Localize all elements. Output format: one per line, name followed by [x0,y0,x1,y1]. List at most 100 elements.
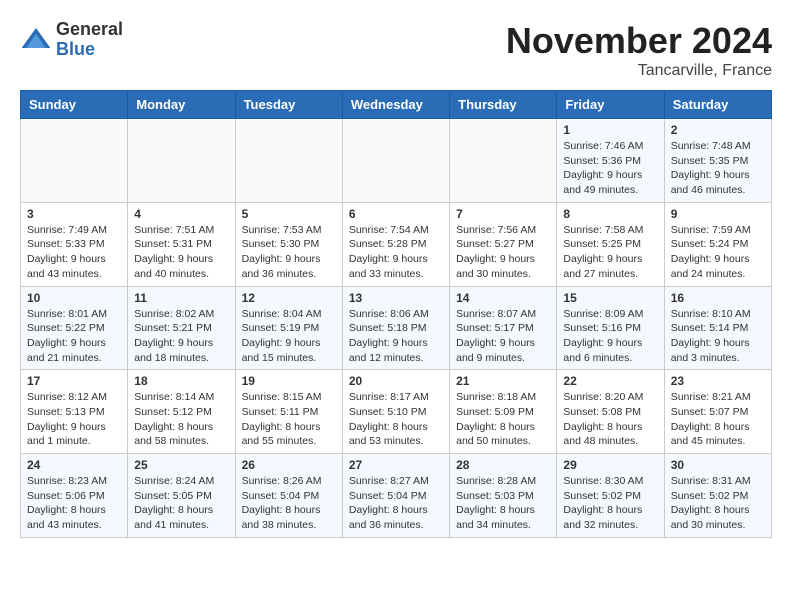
day-info: Sunrise: 7:56 AM Sunset: 5:27 PM Dayligh… [456,223,550,282]
calendar-week-row: 24 Sunrise: 8:23 AM Sunset: 5:06 PM Dayli… [21,454,772,538]
calendar-cell: 3 Sunrise: 7:49 AM Sunset: 5:33 PM Daylig… [21,202,128,286]
calendar-cell: 13 Sunrise: 8:06 AM Sunset: 5:18 PM Dayli… [342,286,449,370]
calendar-cell: 21Sunrise: 8:18 AM Sunset: 5:09 PM Dayli… [450,370,557,454]
day-info: Sunrise: 8:10 AM Sunset: 5:14 PM Dayligh… [671,307,765,366]
day-info: Sunrise: 8:06 AM Sunset: 5:18 PM Dayligh… [349,307,443,366]
day-number: 5 [242,207,336,221]
location: Tancarville, France [506,62,772,80]
logo: General Blue [20,20,123,60]
day-number: 6 [349,207,443,221]
calendar-week-row: 3 Sunrise: 7:49 AM Sunset: 5:33 PM Daylig… [21,202,772,286]
calendar-cell [128,119,235,203]
calendar-cell [450,119,557,203]
day-info: Sunrise: 8:30 AM Sunset: 5:02 PM Dayligh… [563,474,657,533]
day-of-week-header: Thursday [450,91,557,119]
day-number: 22 [563,374,657,388]
calendar-cell [21,119,128,203]
day-info: Sunrise: 7:59 AM Sunset: 5:24 PM Dayligh… [671,223,765,282]
day-of-week-header: Friday [557,91,664,119]
day-number: 3 [27,207,121,221]
day-number: 4 [134,207,228,221]
calendar-week-row: 17 Sunrise: 8:12 AM Sunset: 5:13 PM Dayli… [21,370,772,454]
month-title: November 2024 [506,20,772,62]
day-info: Sunrise: 8:23 AM Sunset: 5:06 PM Dayligh… [27,474,121,533]
day-number: 26 [242,458,336,472]
day-number: 9 [671,207,765,221]
day-info: Sunrise: 8:02 AM Sunset: 5:21 PM Dayligh… [134,307,228,366]
day-info: Sunrise: 8:04 AM Sunset: 5:19 PM Dayligh… [242,307,336,366]
calendar-cell [342,119,449,203]
day-info: Sunrise: 8:20 AM Sunset: 5:08 PM Dayligh… [563,390,657,449]
calendar-header-row: SundayMondayTuesdayWednesdayThursdayFrid… [21,91,772,119]
calendar-cell: 29 Sunrise: 8:30 AM Sunset: 5:02 PM Dayli… [557,454,664,538]
day-info: Sunrise: 7:51 AM Sunset: 5:31 PM Dayligh… [134,223,228,282]
calendar-cell: 6Sunrise: 7:54 AM Sunset: 5:28 PM Daylig… [342,202,449,286]
calendar-cell: 20Sunrise: 8:17 AM Sunset: 5:10 PM Dayli… [342,370,449,454]
day-number: 18 [134,374,228,388]
day-info: Sunrise: 8:28 AM Sunset: 5:03 PM Dayligh… [456,474,550,533]
calendar-cell: 9 Sunrise: 7:59 AM Sunset: 5:24 PM Daylig… [664,202,771,286]
day-info: Sunrise: 7:58 AM Sunset: 5:25 PM Dayligh… [563,223,657,282]
day-of-week-header: Sunday [21,91,128,119]
logo-icon [20,24,52,56]
calendar-cell: 24 Sunrise: 8:23 AM Sunset: 5:06 PM Dayli… [21,454,128,538]
day-number: 11 [134,291,228,305]
calendar-cell: 10Sunrise: 8:01 AM Sunset: 5:22 PM Dayli… [21,286,128,370]
day-info: Sunrise: 8:17 AM Sunset: 5:10 PM Dayligh… [349,390,443,449]
day-of-week-header: Saturday [664,91,771,119]
calendar-table: SundayMondayTuesdayWednesdayThursdayFrid… [20,90,772,538]
calendar-cell [235,119,342,203]
calendar-cell: 19 Sunrise: 8:15 AM Sunset: 5:11 PM Dayli… [235,370,342,454]
day-number: 29 [563,458,657,472]
calendar-cell: 5Sunrise: 7:53 AM Sunset: 5:30 PM Daylig… [235,202,342,286]
calendar-cell: 28 Sunrise: 8:28 AM Sunset: 5:03 PM Dayli… [450,454,557,538]
day-number: 17 [27,374,121,388]
logo-text: General Blue [56,20,123,60]
day-info: Sunrise: 8:31 AM Sunset: 5:02 PM Dayligh… [671,474,765,533]
day-number: 24 [27,458,121,472]
day-info: Sunrise: 8:07 AM Sunset: 5:17 PM Dayligh… [456,307,550,366]
calendar-cell: 15Sunrise: 8:09 AM Sunset: 5:16 PM Dayli… [557,286,664,370]
day-number: 28 [456,458,550,472]
day-number: 27 [349,458,443,472]
day-number: 2 [671,123,765,137]
calendar-cell: 18 Sunrise: 8:14 AM Sunset: 5:12 PM Dayli… [128,370,235,454]
day-info: Sunrise: 8:14 AM Sunset: 5:12 PM Dayligh… [134,390,228,449]
calendar-cell: 23Sunrise: 8:21 AM Sunset: 5:07 PM Dayli… [664,370,771,454]
day-number: 30 [671,458,765,472]
day-info: Sunrise: 8:12 AM Sunset: 5:13 PM Dayligh… [27,390,121,449]
calendar-week-row: 10Sunrise: 8:01 AM Sunset: 5:22 PM Dayli… [21,286,772,370]
calendar-cell: 1 Sunrise: 7:46 AM Sunset: 5:36 PM Daylig… [557,119,664,203]
calendar-week-row: 1 Sunrise: 7:46 AM Sunset: 5:36 PM Daylig… [21,119,772,203]
logo-general: General [56,19,123,39]
calendar-cell: 14 Sunrise: 8:07 AM Sunset: 5:17 PM Dayli… [450,286,557,370]
title-area: November 2024 Tancarville, France [506,20,772,80]
calendar-cell: 12Sunrise: 8:04 AM Sunset: 5:19 PM Dayli… [235,286,342,370]
day-info: Sunrise: 8:01 AM Sunset: 5:22 PM Dayligh… [27,307,121,366]
day-number: 8 [563,207,657,221]
calendar-cell: 11 Sunrise: 8:02 AM Sunset: 5:21 PM Dayli… [128,286,235,370]
day-info: Sunrise: 8:21 AM Sunset: 5:07 PM Dayligh… [671,390,765,449]
calendar-cell: 27 Sunrise: 8:27 AM Sunset: 5:04 PM Dayli… [342,454,449,538]
day-info: Sunrise: 7:46 AM Sunset: 5:36 PM Dayligh… [563,139,657,198]
day-number: 1 [563,123,657,137]
day-info: Sunrise: 8:09 AM Sunset: 5:16 PM Dayligh… [563,307,657,366]
day-info: Sunrise: 8:27 AM Sunset: 5:04 PM Dayligh… [349,474,443,533]
day-info: Sunrise: 8:24 AM Sunset: 5:05 PM Dayligh… [134,474,228,533]
day-of-week-header: Wednesday [342,91,449,119]
calendar-cell: 30 Sunrise: 8:31 AM Sunset: 5:02 PM Dayli… [664,454,771,538]
day-number: 13 [349,291,443,305]
calendar-cell: 16Sunrise: 8:10 AM Sunset: 5:14 PM Dayli… [664,286,771,370]
day-number: 14 [456,291,550,305]
day-number: 19 [242,374,336,388]
calendar-cell: 7Sunrise: 7:56 AM Sunset: 5:27 PM Daylig… [450,202,557,286]
calendar-cell: 22 Sunrise: 8:20 AM Sunset: 5:08 PM Dayli… [557,370,664,454]
day-number: 21 [456,374,550,388]
day-info: Sunrise: 7:48 AM Sunset: 5:35 PM Dayligh… [671,139,765,198]
day-of-week-header: Monday [128,91,235,119]
header: General Blue November 2024 Tancarville, … [20,20,772,80]
day-info: Sunrise: 8:15 AM Sunset: 5:11 PM Dayligh… [242,390,336,449]
day-info: Sunrise: 7:49 AM Sunset: 5:33 PM Dayligh… [27,223,121,282]
calendar-cell: 25Sunrise: 8:24 AM Sunset: 5:05 PM Dayli… [128,454,235,538]
calendar-cell: 8 Sunrise: 7:58 AM Sunset: 5:25 PM Daylig… [557,202,664,286]
